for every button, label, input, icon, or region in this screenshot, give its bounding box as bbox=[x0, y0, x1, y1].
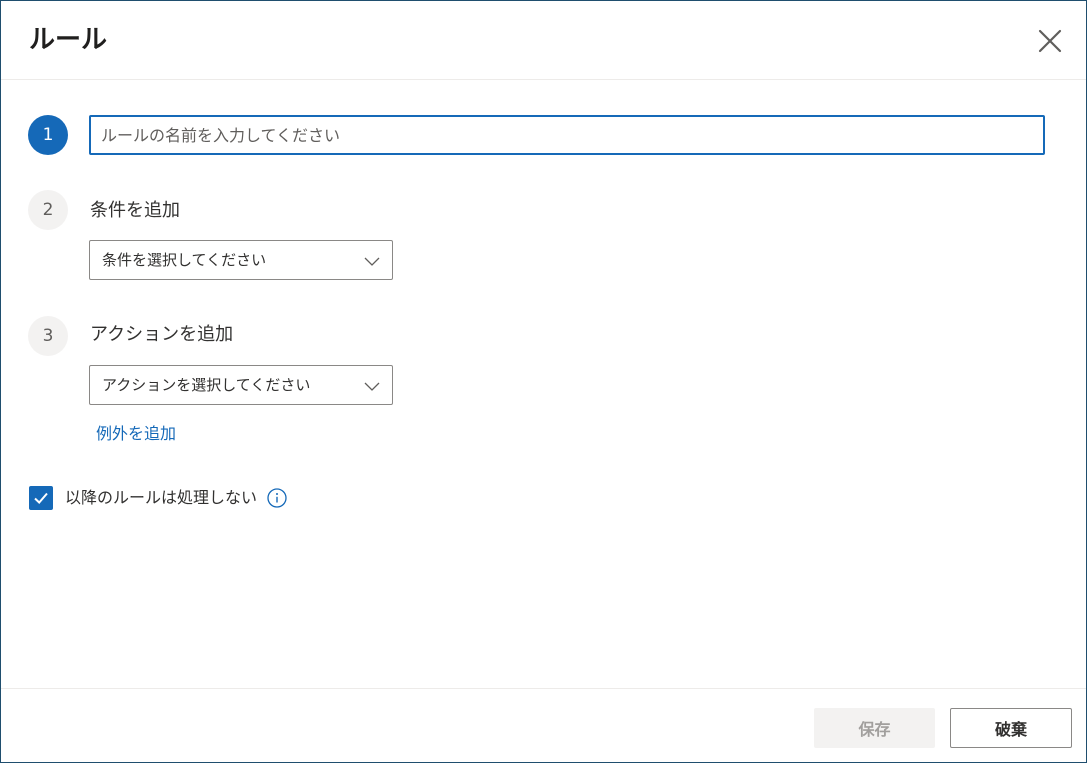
step-3-label: アクションを追加 bbox=[90, 324, 234, 345]
discard-button[interactable]: 破棄 bbox=[950, 708, 1072, 748]
step-3-indicator: 3 bbox=[28, 316, 68, 356]
step-2-indicator: 2 bbox=[28, 190, 68, 230]
info-icon[interactable] bbox=[266, 487, 288, 509]
condition-dropdown[interactable]: 条件を選択してください bbox=[89, 240, 393, 280]
close-icon bbox=[1038, 29, 1062, 53]
step-2-label: 条件を追加 bbox=[90, 200, 180, 221]
stop-processing-label: 以降のルールは処理しない bbox=[65, 488, 258, 507]
rule-dialog: ルール 1 2 条件を追加 条件を選択してください 3 アクションを追加 アクシ… bbox=[0, 0, 1087, 763]
close-button[interactable] bbox=[1034, 25, 1066, 57]
dialog-footer: 保存 破棄 bbox=[1, 688, 1086, 762]
chevron-down-icon bbox=[364, 382, 380, 391]
save-button[interactable]: 保存 bbox=[814, 708, 935, 748]
dialog-header: ルール bbox=[1, 1, 1086, 80]
step-1-indicator: 1 bbox=[28, 115, 68, 155]
condition-dropdown-value: 条件を選択してください bbox=[102, 251, 267, 269]
rule-name-input[interactable] bbox=[89, 115, 1045, 155]
dialog-title: ルール bbox=[29, 25, 108, 55]
stop-processing-checkbox[interactable] bbox=[29, 486, 53, 510]
action-dropdown-value: アクションを選択してください bbox=[102, 376, 311, 394]
action-dropdown[interactable]: アクションを選択してください bbox=[89, 365, 393, 405]
chevron-down-icon bbox=[364, 257, 380, 266]
checkmark-icon bbox=[34, 492, 48, 504]
add-exception-link[interactable]: 例外を追加 bbox=[96, 422, 176, 446]
